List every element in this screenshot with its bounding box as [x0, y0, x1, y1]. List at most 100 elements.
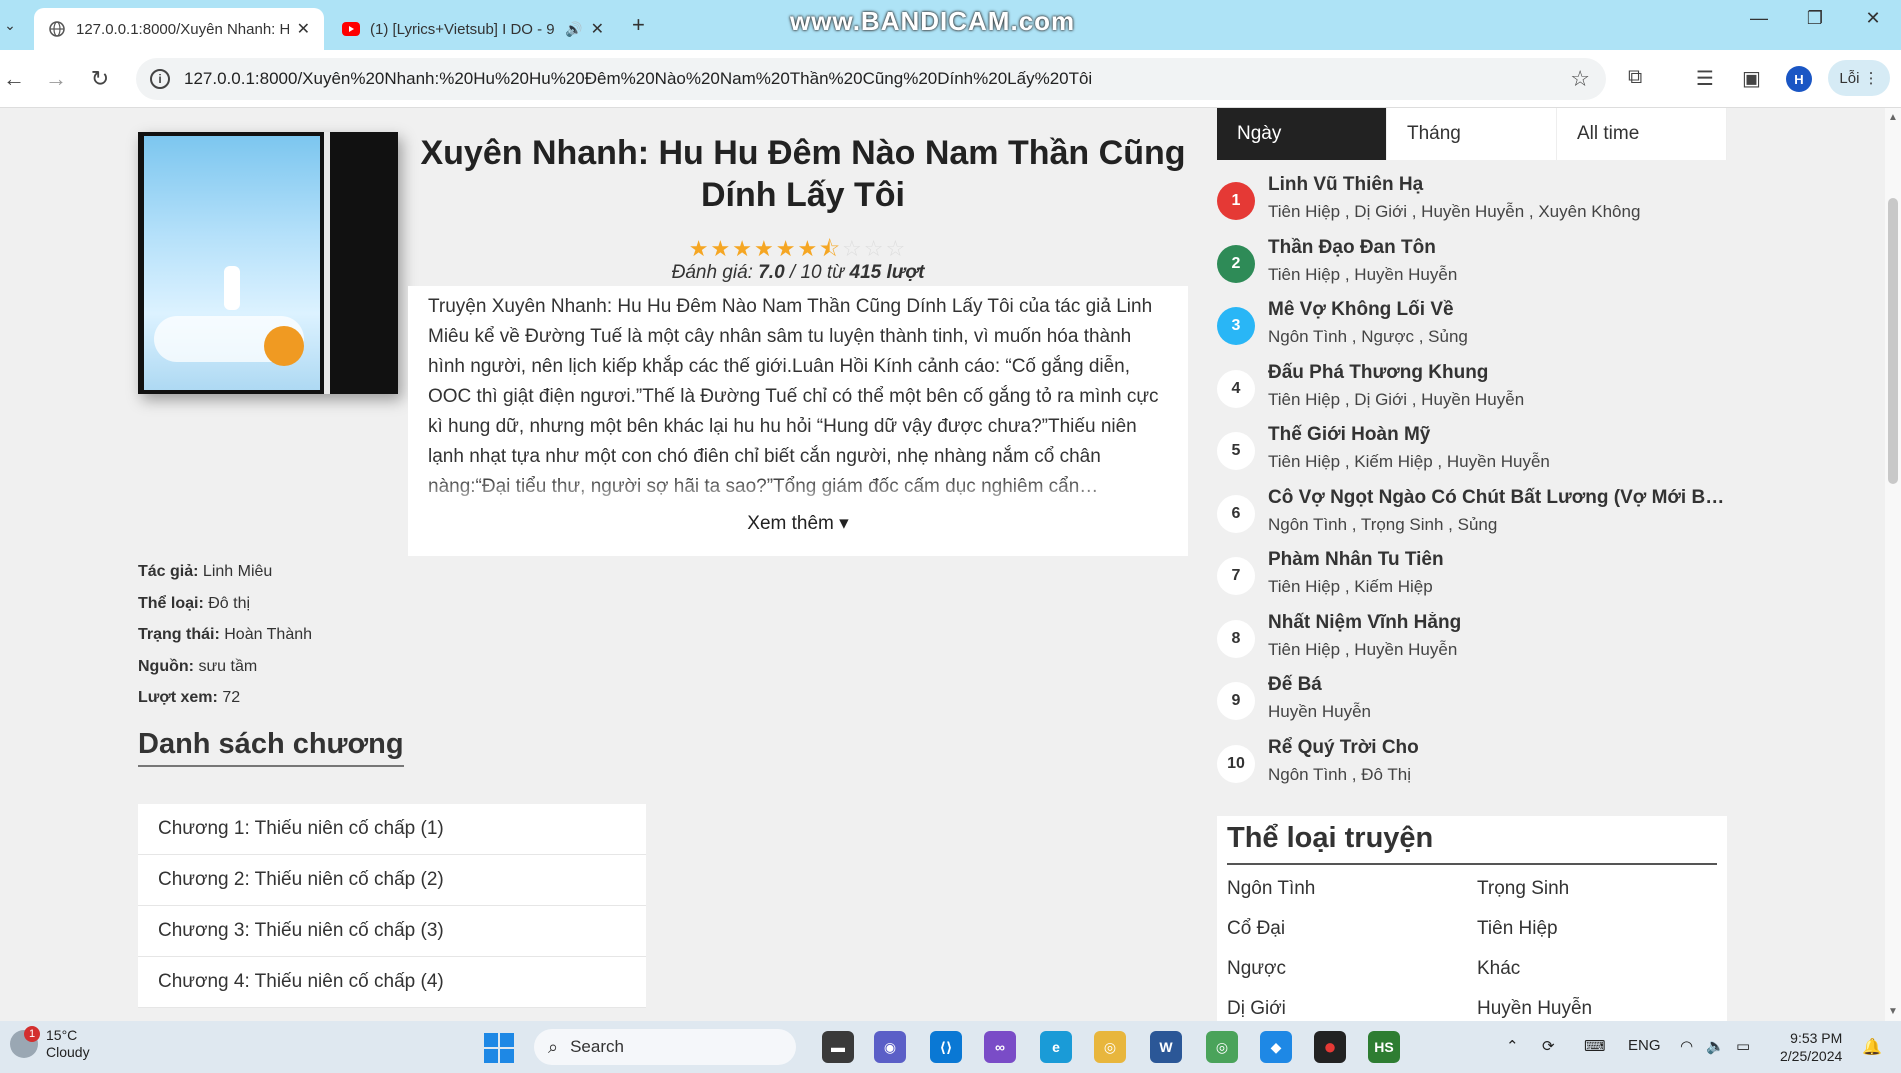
cover-page-edge — [324, 132, 330, 394]
rank-story-link[interactable]: Đấu Phá Thương Khung — [1268, 362, 1728, 384]
chapter-link[interactable]: Chương 2: Thiếu niên cố chấp (2) — [138, 855, 646, 906]
tab-search-chevron-icon[interactable]: ⌄ — [0, 10, 20, 40]
genre-grid: Ngôn Tình Trọng Sinh Cổ Đại Tiên Hiệp Ng… — [1227, 878, 1717, 1021]
reload-icon[interactable]: ↻ — [86, 66, 114, 92]
chapter-link[interactable]: Chương 1: Thiếu niên cố chấp (1) — [138, 804, 646, 855]
page-scrollbar[interactable]: ▲ ▼ — [1885, 108, 1901, 1021]
address-bar[interactable]: i 127.0.0.1:8000/Xuyên%20Nhanh:%20Hu%20H… — [136, 58, 1606, 100]
taskbar-search[interactable]: ⌕ Search — [534, 1029, 796, 1065]
book-description: Truyện Xuyên Nhanh: Hu Hu Đêm Nào Nam Th… — [428, 296, 1159, 497]
star-icon[interactable]: ★ — [732, 236, 754, 261]
see-more-label: Xem thêm — [747, 513, 834, 534]
rank-story-link[interactable]: Đế Bá — [1268, 674, 1728, 696]
rank-genres: Tiên Hiệp , Kiếm Hiệp — [1268, 577, 1433, 596]
windows-start-icon[interactable] — [484, 1033, 514, 1063]
notification-bell-icon[interactable]: 🔔 — [1862, 1037, 1882, 1057]
genre-link[interactable]: Cổ Đại — [1227, 918, 1477, 958]
back-arrow-icon[interactable]: ← — [0, 66, 28, 92]
meta-views: Lượt xem: 72 — [138, 682, 312, 714]
genre-value[interactable]: Đô thị — [208, 595, 250, 612]
genre-link[interactable]: Tiên Hiệp — [1477, 918, 1717, 958]
rank-story-link[interactable]: Mê Vợ Không Lối Về — [1268, 299, 1728, 321]
tab-story-page[interactable]: 127.0.0.1:8000/Xuyên Nhanh: H ✕ — [34, 8, 324, 50]
tab-month[interactable]: Tháng — [1387, 108, 1557, 160]
half-star-icon[interactable]: ⯪ — [819, 236, 842, 261]
teams-icon[interactable]: ◉ — [874, 1031, 906, 1063]
visual-studio-icon[interactable]: ∞ — [984, 1031, 1016, 1063]
scrollbar-thumb[interactable] — [1888, 198, 1898, 484]
rank-story-link[interactable]: Cô Vợ Ngọt Ngào Có Chút Bất Lương (Vợ Mớ… — [1268, 487, 1728, 509]
new-tab-button[interactable]: + — [632, 12, 645, 38]
file-explorer-icon[interactable]: ▬ — [822, 1031, 854, 1063]
genre-link[interactable]: Huyền Huyễn — [1477, 998, 1717, 1021]
keyboard-icon[interactable]: ⌨ — [1584, 1037, 1606, 1055]
ranking-item: 9 Đế Bá Huyền Huyễn — [1217, 670, 1727, 733]
site-info-icon[interactable]: i — [150, 69, 170, 89]
app-icon[interactable]: ◆ — [1260, 1031, 1292, 1063]
views-value: 72 — [222, 689, 241, 706]
side-panel-icon[interactable]: ▣ — [1742, 66, 1761, 91]
ranking-tabs: Ngày Tháng All time — [1217, 108, 1727, 160]
close-icon[interactable]: ✕ — [297, 19, 310, 39]
close-window-button[interactable]: ✕ — [1850, 8, 1896, 29]
restore-button[interactable]: ❐ — [1792, 8, 1838, 29]
taskbar-clock[interactable]: 9:53 PM 2/25/2024 — [1780, 1029, 1842, 1065]
rank-story-link[interactable]: Linh Vũ Thiên Hạ — [1268, 174, 1728, 196]
forward-arrow-icon[interactable]: → — [42, 66, 70, 92]
edge-icon[interactable]: e — [1040, 1031, 1072, 1063]
profile-avatar[interactable]: H — [1786, 66, 1812, 92]
rank-story-link[interactable]: Thần Đạo Đan Tôn — [1268, 237, 1728, 259]
vscode-icon[interactable]: ⟨⟩ — [930, 1031, 962, 1063]
genre-link[interactable]: Ngôn Tình — [1227, 878, 1477, 918]
scroll-up-icon[interactable]: ▲ — [1888, 112, 1898, 123]
minimize-button[interactable]: — — [1736, 8, 1782, 29]
star-outline-icon[interactable]: ☆ — [885, 236, 907, 261]
star-outline-icon[interactable]: ☆ — [842, 236, 864, 261]
rank-story-link[interactable]: Nhất Niệm Vĩnh Hằng — [1268, 612, 1728, 634]
chapter-link[interactable]: Chương 4: Thiếu niên cố chấp (4) — [138, 957, 646, 1008]
star-icon[interactable]: ★ — [689, 236, 711, 261]
scroll-down-icon[interactable]: ▼ — [1888, 1006, 1898, 1017]
language-indicator[interactable]: ENG — [1628, 1037, 1661, 1054]
ranking-item: 8 Nhất Niệm Vĩnh Hằng Tiên Hiệp , Huyền Hu… — [1217, 608, 1727, 671]
close-icon[interactable]: ✕ — [591, 19, 604, 39]
speaker-icon[interactable]: 🔊 — [565, 21, 582, 38]
star-icon[interactable]: ★ — [711, 236, 733, 261]
media-control-icon[interactable]: ☰ — [1696, 66, 1714, 91]
star-icon[interactable]: ★ — [754, 236, 776, 261]
star-icon[interactable]: ★ — [797, 236, 819, 261]
volume-icon[interactable]: 🔈 — [1706, 1037, 1725, 1055]
genre-link[interactable]: Ngược — [1227, 958, 1477, 998]
url-text[interactable]: 127.0.0.1:8000/Xuyên%20Nhanh:%20Hu%20Hu%… — [184, 69, 1570, 89]
chapter-link[interactable]: Chương 3: Thiếu niên cố chấp (3) — [138, 906, 646, 957]
battery-icon[interactable]: ▭ — [1736, 1037, 1750, 1055]
star-outline-icon[interactable]: ☆ — [864, 236, 886, 261]
tab-day[interactable]: Ngày — [1217, 108, 1387, 160]
genre-link[interactable]: Khác — [1477, 958, 1717, 998]
author-name[interactable]: Linh Miêu — [203, 563, 272, 580]
meta-status: Trạng thái: Hoàn Thành — [138, 619, 312, 651]
tab-youtube[interactable]: (1) [Lyrics+Vietsub] I DO - 9 🔊 ✕ — [328, 8, 618, 50]
rank-story-link[interactable]: Thế Giới Hoàn Mỹ — [1268, 424, 1728, 446]
tray-chevron-icon[interactable]: ⌃ — [1506, 1037, 1519, 1055]
chrome-profile-icon[interactable]: ◎ — [1206, 1031, 1238, 1063]
bookmark-star-icon[interactable]: ☆ — [1570, 66, 1590, 92]
tab-title: (1) [Lyrics+Vietsub] I DO - 9 — [370, 20, 555, 38]
record-icon[interactable]: ● — [1314, 1031, 1346, 1063]
see-more-button[interactable]: Xem thêm ▾ — [408, 512, 1188, 535]
hs-app-icon[interactable]: HS — [1368, 1031, 1400, 1063]
tab-all-time[interactable]: All time — [1557, 108, 1727, 160]
genre-link[interactable]: Dị Giới — [1227, 998, 1477, 1021]
chrome-icon[interactable]: ◎ — [1094, 1031, 1126, 1063]
rank-story-link[interactable]: Rể Quý Trời Cho — [1268, 737, 1728, 759]
error-menu-button[interactable]: Lỗi ⋮ — [1828, 60, 1890, 96]
star-icon[interactable]: ★ — [776, 236, 798, 261]
extensions-icon[interactable]: ⧉ — [1628, 66, 1642, 89]
globe-icon — [48, 20, 66, 38]
rank-story-link[interactable]: Phàm Nhân Tu Tiên — [1268, 549, 1728, 571]
word-icon[interactable]: W — [1150, 1031, 1182, 1063]
weather-widget[interactable]: 1 15°C Cloudy — [10, 1026, 90, 1061]
wifi-icon[interactable]: ◠ — [1680, 1037, 1693, 1055]
sync-icon[interactable]: ⟳ — [1542, 1037, 1555, 1055]
genre-link[interactable]: Trọng Sinh — [1477, 878, 1717, 918]
